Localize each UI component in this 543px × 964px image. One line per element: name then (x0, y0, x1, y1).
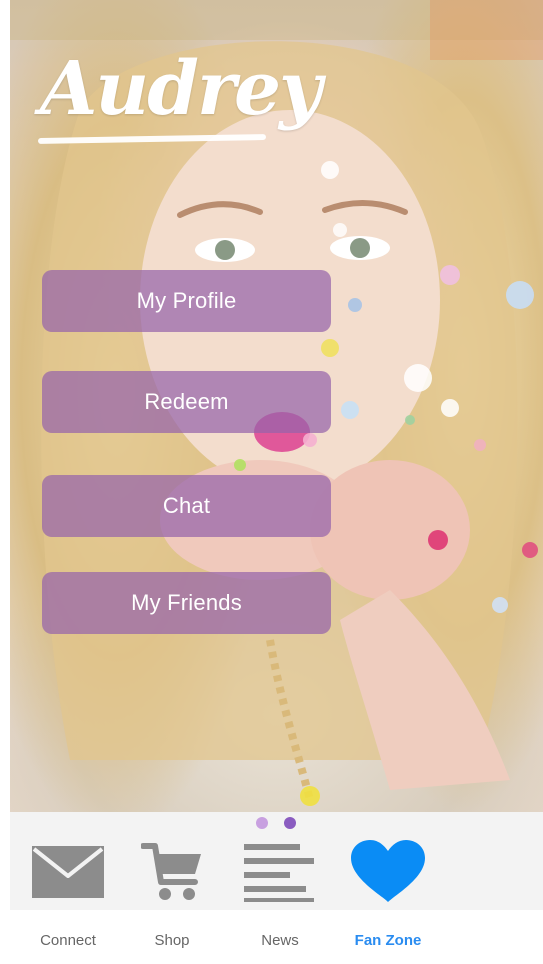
shopping-cart-icon (122, 840, 222, 904)
news-list-icon (230, 840, 330, 904)
tab-fan-zone[interactable]: Fan Zone (336, 812, 440, 964)
tab-news-label: News (261, 932, 299, 949)
envelope-icon (18, 840, 118, 904)
tab-connect-label: Connect (40, 932, 96, 949)
tab-news[interactable]: News (230, 812, 330, 964)
audrey-logo: Audrey (32, 40, 322, 160)
tab-connect[interactable]: Connect (18, 812, 118, 964)
my-friends-button[interactable]: My Friends (42, 572, 331, 634)
bottom-tab-bar: Connect Shop News Fan Zone (10, 812, 543, 964)
tab-shop[interactable]: Shop (122, 812, 222, 964)
tab-shop-label: Shop (154, 932, 190, 949)
logo-underline (37, 134, 267, 144)
redeem-button[interactable]: Redeem (42, 371, 331, 433)
hero-photo: Audrey My Profile Redeem Chat My Friends (10, 0, 543, 812)
my-profile-button[interactable]: My Profile (42, 270, 331, 332)
heart-icon (336, 840, 440, 904)
app-screen: Audrey My Profile Redeem Chat My Friends… (0, 0, 543, 964)
tab-fan-zone-label: Fan Zone (354, 932, 422, 949)
logo-name: Audrey (40, 46, 322, 132)
chat-button[interactable]: Chat (42, 475, 331, 537)
